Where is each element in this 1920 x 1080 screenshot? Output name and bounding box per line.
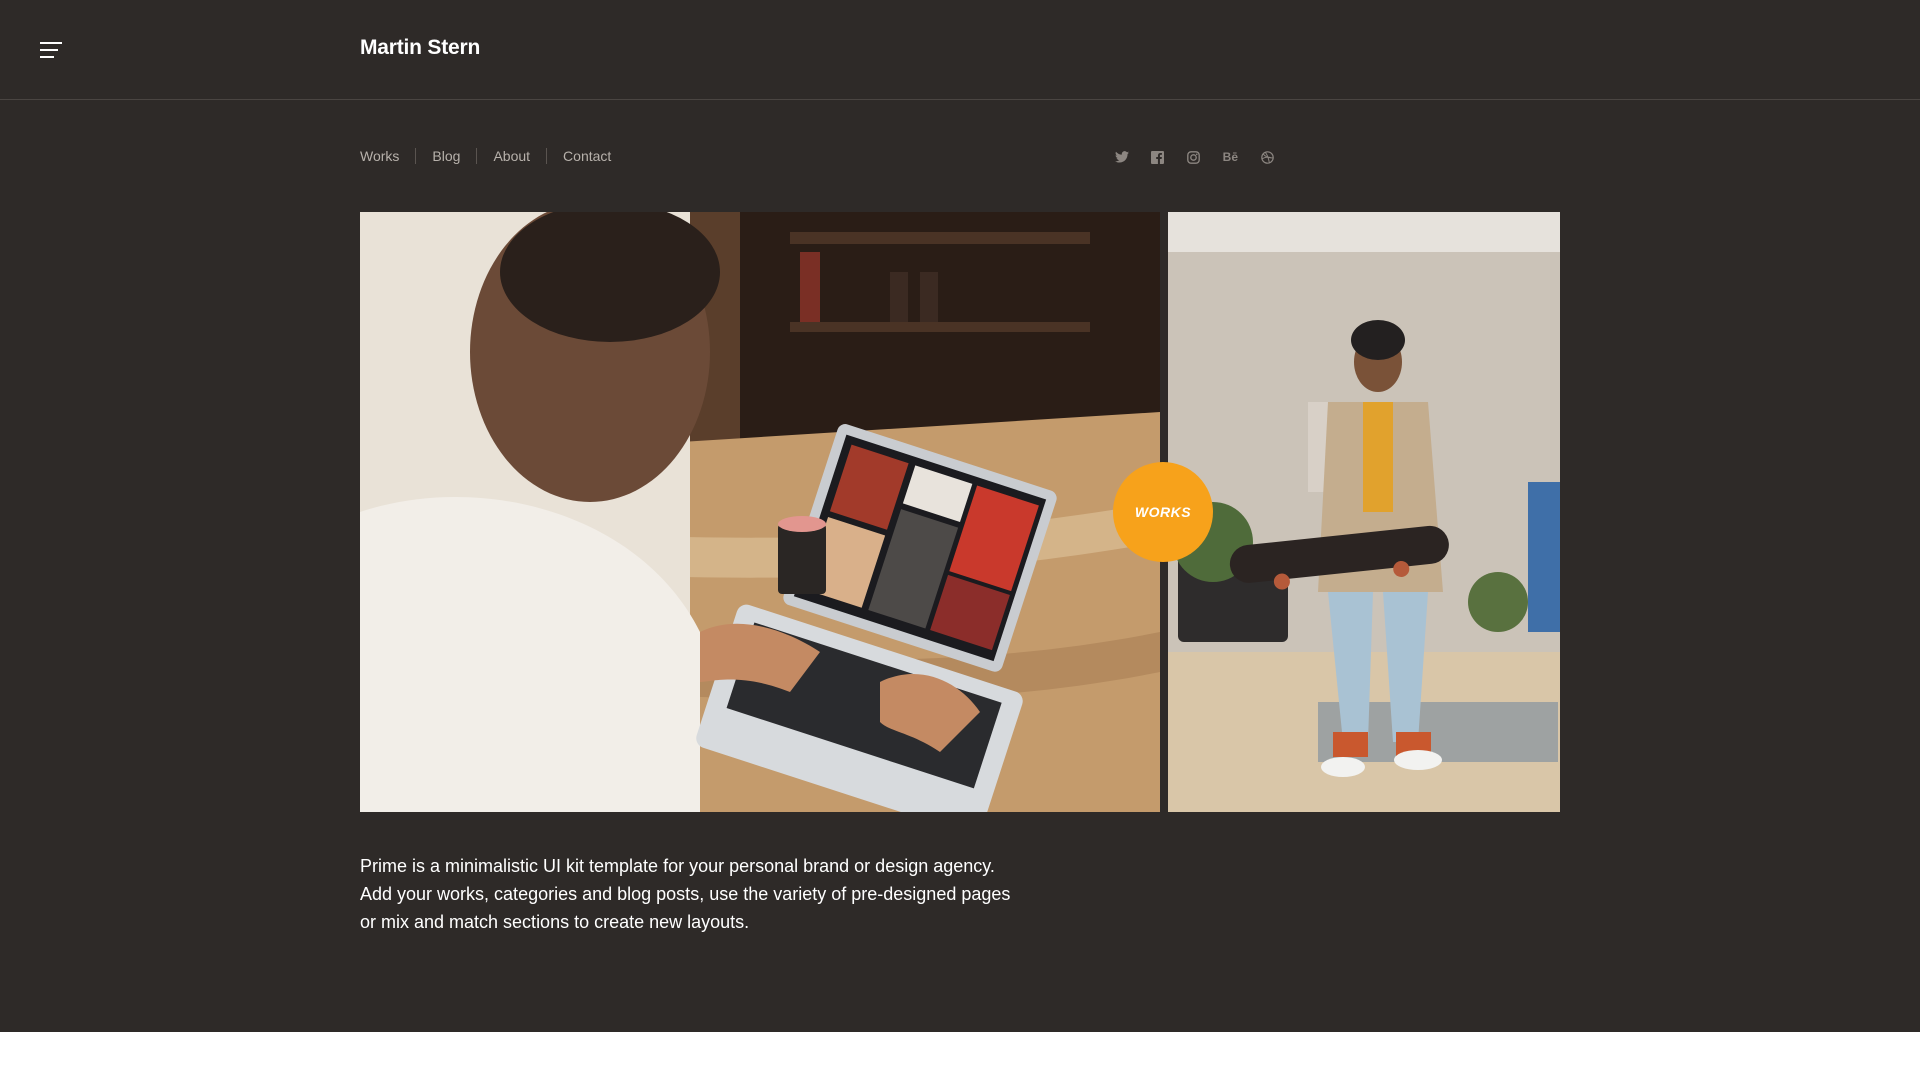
nav-item-about[interactable]: About — [493, 148, 530, 164]
brand-name[interactable]: Martin Stern — [360, 36, 480, 60]
nav-item-works[interactable]: Works — [360, 148, 399, 164]
dribbble-icon[interactable] — [1260, 150, 1274, 164]
intro-line: Add your works, categories and blog post… — [360, 884, 1011, 904]
page-dark-section: Martin Stern Works Blog About Contact Bē — [0, 0, 1920, 1032]
facebook-icon[interactable] — [1151, 150, 1165, 164]
intro-line: Prime is a minimalistic UI kit template … — [360, 856, 995, 876]
nav-divider — [415, 148, 417, 164]
works-badge-button[interactable]: WORKS — [1113, 462, 1213, 562]
nav-divider — [476, 148, 478, 164]
main-nav: Works Blog About Contact — [360, 148, 611, 164]
nav-item-blog[interactable]: Blog — [432, 148, 460, 164]
twitter-icon[interactable] — [1114, 150, 1129, 164]
top-bar: Martin Stern — [0, 0, 1920, 100]
intro-description: Prime is a minimalistic UI kit template … — [360, 852, 1050, 936]
hero-image-laptop[interactable] — [360, 212, 1160, 812]
social-links: Bē — [1114, 150, 1274, 164]
nav-divider — [546, 148, 548, 164]
intro-line: or mix and match sections to create new … — [360, 912, 750, 932]
hamburger-menu-icon[interactable] — [38, 38, 66, 62]
hero-image-skateboarder[interactable] — [1168, 212, 1560, 812]
instagram-icon[interactable] — [1187, 150, 1201, 164]
nav-item-contact[interactable]: Contact — [563, 148, 611, 164]
behance-icon[interactable]: Bē — [1223, 150, 1238, 164]
